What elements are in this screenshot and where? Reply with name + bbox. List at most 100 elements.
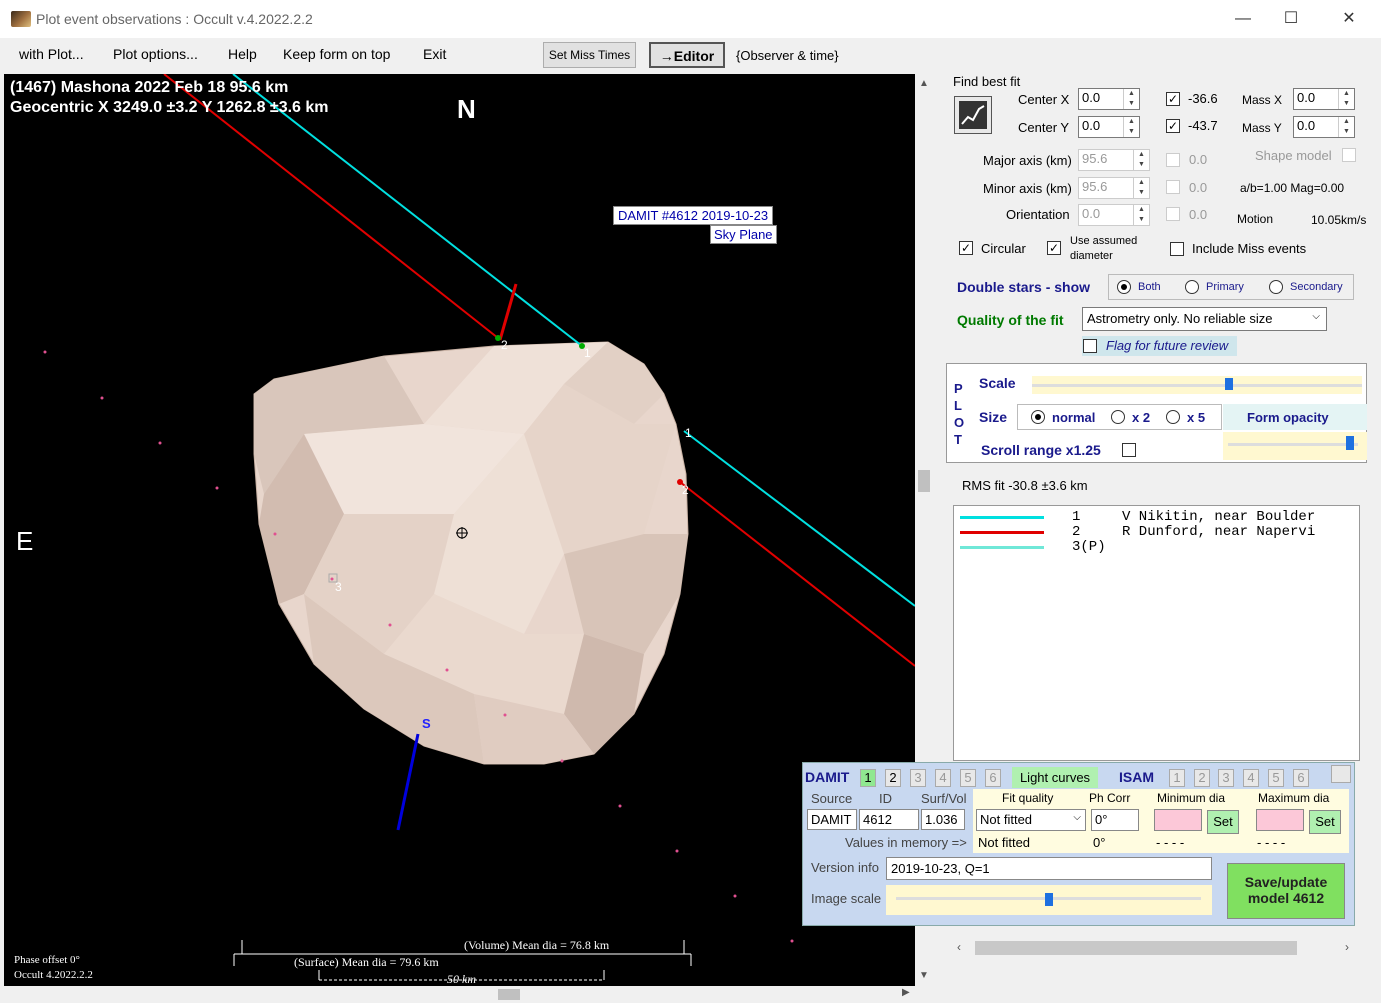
- observer-time-menu[interactable]: {Observer & time}: [736, 48, 839, 63]
- image-scale-slider-thumb[interactable]: [1044, 893, 1053, 906]
- center-y-checkbox[interactable]: ✓: [1166, 119, 1180, 133]
- min-dia-field[interactable]: [1154, 809, 1202, 831]
- damit-tab-4[interactable]: 4: [935, 769, 951, 787]
- id-field[interactable]: 4612: [859, 809, 919, 830]
- menu-help[interactable]: Help: [228, 46, 257, 62]
- fit-quality-select[interactable]: Not fitted ⌵: [976, 809, 1086, 831]
- plot-options-box: PLOT Scale Size normal x 2 x 5 Form opac…: [946, 363, 1367, 463]
- volume-dia-label: (Volume) Mean dia = 76.8 km: [464, 938, 610, 952]
- legend-line: [960, 546, 1044, 549]
- menu-keep-on-top[interactable]: Keep form on top: [283, 46, 390, 62]
- legend-scroll-thumb[interactable]: [975, 941, 1297, 955]
- menu-exit[interactable]: Exit: [423, 46, 446, 62]
- isam-tab-1[interactable]: 1: [1169, 769, 1185, 787]
- title-bar: Plot event observations : Occult v.4.202…: [0, 0, 1381, 38]
- phase-offset-label: Phase offset 0°: [14, 954, 80, 966]
- set-max-button[interactable]: Set: [1309, 810, 1341, 834]
- scroll-thumb[interactable]: [918, 470, 930, 492]
- mass-y-input[interactable]: 0.0 ▲ ▼: [1293, 116, 1355, 138]
- scale-slider[interactable]: [1032, 376, 1362, 394]
- damit-tab-3[interactable]: 3: [910, 769, 926, 787]
- isam-tab-2[interactable]: 2: [1194, 769, 1210, 787]
- secondary-radio[interactable]: [1269, 280, 1283, 294]
- x5-radio[interactable]: [1166, 410, 1180, 424]
- shape-model-checkbox[interactable]: [1342, 148, 1356, 162]
- orientation-checkbox[interactable]: [1166, 207, 1180, 221]
- scroll-up-icon[interactable]: ▲: [919, 78, 929, 89]
- major-axis-checkbox[interactable]: [1166, 153, 1180, 167]
- damit-tab-2[interactable]: 2: [885, 769, 901, 787]
- surfvol-field[interactable]: 1.036: [921, 809, 965, 830]
- scroll-right-icon[interactable]: ›: [1345, 940, 1349, 954]
- fit-quality-memory: Not fitted: [978, 835, 1031, 850]
- scroll-right-icon[interactable]: ▶: [902, 987, 910, 998]
- plot-svg: [43, 74, 915, 981]
- damit-tab-1[interactable]: 1: [860, 769, 876, 787]
- opacity-box: Form opacity: [1223, 404, 1367, 430]
- pole-axis: [396, 733, 420, 831]
- opacity-slider-thumb[interactable]: [1345, 436, 1354, 450]
- legend-horizontal-scrollbar[interactable]: ‹ ›: [953, 937, 1360, 959]
- x2-radio[interactable]: [1111, 410, 1125, 424]
- hscroll-thumb[interactable]: [498, 989, 520, 1000]
- both-radio[interactable]: [1117, 280, 1131, 294]
- major-axis-label: Major axis (km): [983, 153, 1072, 168]
- menu-plot-options[interactable]: Plot options...: [113, 46, 198, 62]
- max-dia-field[interactable]: [1256, 809, 1304, 831]
- quality-select[interactable]: Astrometry only. No reliable size ⌵: [1082, 307, 1327, 331]
- center-x-checkbox[interactable]: ✓: [1166, 92, 1180, 106]
- ph-corr-field[interactable]: 0°: [1091, 809, 1139, 831]
- minimize-button[interactable]: —: [1220, 4, 1266, 34]
- damit-close-button[interactable]: [1331, 765, 1351, 783]
- scroll-left-icon[interactable]: ‹: [957, 940, 961, 954]
- scroll-range-label: Scroll range x1.25: [981, 442, 1101, 458]
- surfvol-label: Surf/Vol: [921, 791, 967, 806]
- isam-tab-5[interactable]: 5: [1268, 769, 1284, 787]
- isam-tab-6[interactable]: 6: [1293, 769, 1309, 787]
- best-fit-button[interactable]: [954, 96, 992, 134]
- maximize-button[interactable]: ☐: [1268, 4, 1314, 34]
- minor-axis-result: 0.0: [1189, 180, 1208, 195]
- scale-slider-thumb[interactable]: [1225, 378, 1234, 390]
- source-field[interactable]: DAMIT: [807, 809, 857, 830]
- isam-title: ISAM: [1119, 769, 1154, 785]
- scroll-range-checkbox[interactable]: [1122, 443, 1136, 457]
- version-info-field[interactable]: 2019-10-23, Q=1: [886, 857, 1212, 880]
- sky-plane-label: Sky Plane: [710, 225, 777, 244]
- major-axis-input[interactable]: 95.6 ▲ ▼: [1078, 149, 1150, 171]
- assumed-diameter-checkbox[interactable]: ✓: [1047, 241, 1061, 255]
- menu-with-plot[interactable]: with Plot...: [19, 46, 84, 62]
- set-min-button[interactable]: Set: [1207, 810, 1239, 834]
- plot-canvas[interactable]: (1467) Mashona 2022 Feb 18 95.6 km Geoce…: [4, 74, 915, 986]
- ph-corr-memory: 0°: [1093, 835, 1106, 850]
- primary-radio[interactable]: [1185, 280, 1199, 294]
- scroll-down-icon[interactable]: ▼: [919, 970, 929, 981]
- include-miss-checkbox[interactable]: [1170, 242, 1184, 256]
- isam-tab-4[interactable]: 4: [1243, 769, 1259, 787]
- damit-tab-5[interactable]: 5: [960, 769, 976, 787]
- flag-review-checkbox[interactable]: [1083, 339, 1097, 353]
- plot-horizontal-scrollbar[interactable]: ▶: [0, 986, 916, 1003]
- center-y-input[interactable]: 0.0 ▲ ▼: [1078, 116, 1140, 138]
- both-label: Both: [1138, 281, 1161, 293]
- circular-checkbox[interactable]: ✓: [959, 241, 973, 255]
- legend-line: [960, 531, 1044, 534]
- editor-button[interactable]: →Editor: [649, 42, 725, 68]
- legend-row: 2 R Dunford, near Napervi: [954, 524, 1359, 540]
- mass-x-input[interactable]: 0.0 ▲ ▼: [1293, 88, 1355, 110]
- image-scale-slider[interactable]: [886, 885, 1212, 915]
- normal-radio[interactable]: [1031, 410, 1045, 424]
- save-model-button[interactable]: Save/update model 4612: [1227, 863, 1345, 919]
- close-button[interactable]: ✕: [1326, 4, 1372, 34]
- assumed-diameter-label: Use assumed diameter: [1070, 235, 1138, 262]
- minor-axis-input[interactable]: 95.6 ▲ ▼: [1078, 177, 1150, 199]
- damit-tab-6[interactable]: 6: [985, 769, 1001, 787]
- isam-tab-3[interactable]: 3: [1218, 769, 1234, 787]
- orientation-input[interactable]: 0.0 ▲ ▼: [1078, 204, 1150, 226]
- plot-header-line2: Geocentric X 3249.0 ±3.2 Y 1262.8 ±3.6 k…: [10, 99, 329, 116]
- set-miss-times-button[interactable]: Set Miss Times: [543, 42, 636, 68]
- light-curves-button[interactable]: Light curves: [1012, 767, 1098, 788]
- opacity-slider[interactable]: [1223, 432, 1367, 460]
- center-x-input[interactable]: 0.0 ▲ ▼: [1078, 88, 1140, 110]
- minor-axis-checkbox[interactable]: [1166, 180, 1180, 194]
